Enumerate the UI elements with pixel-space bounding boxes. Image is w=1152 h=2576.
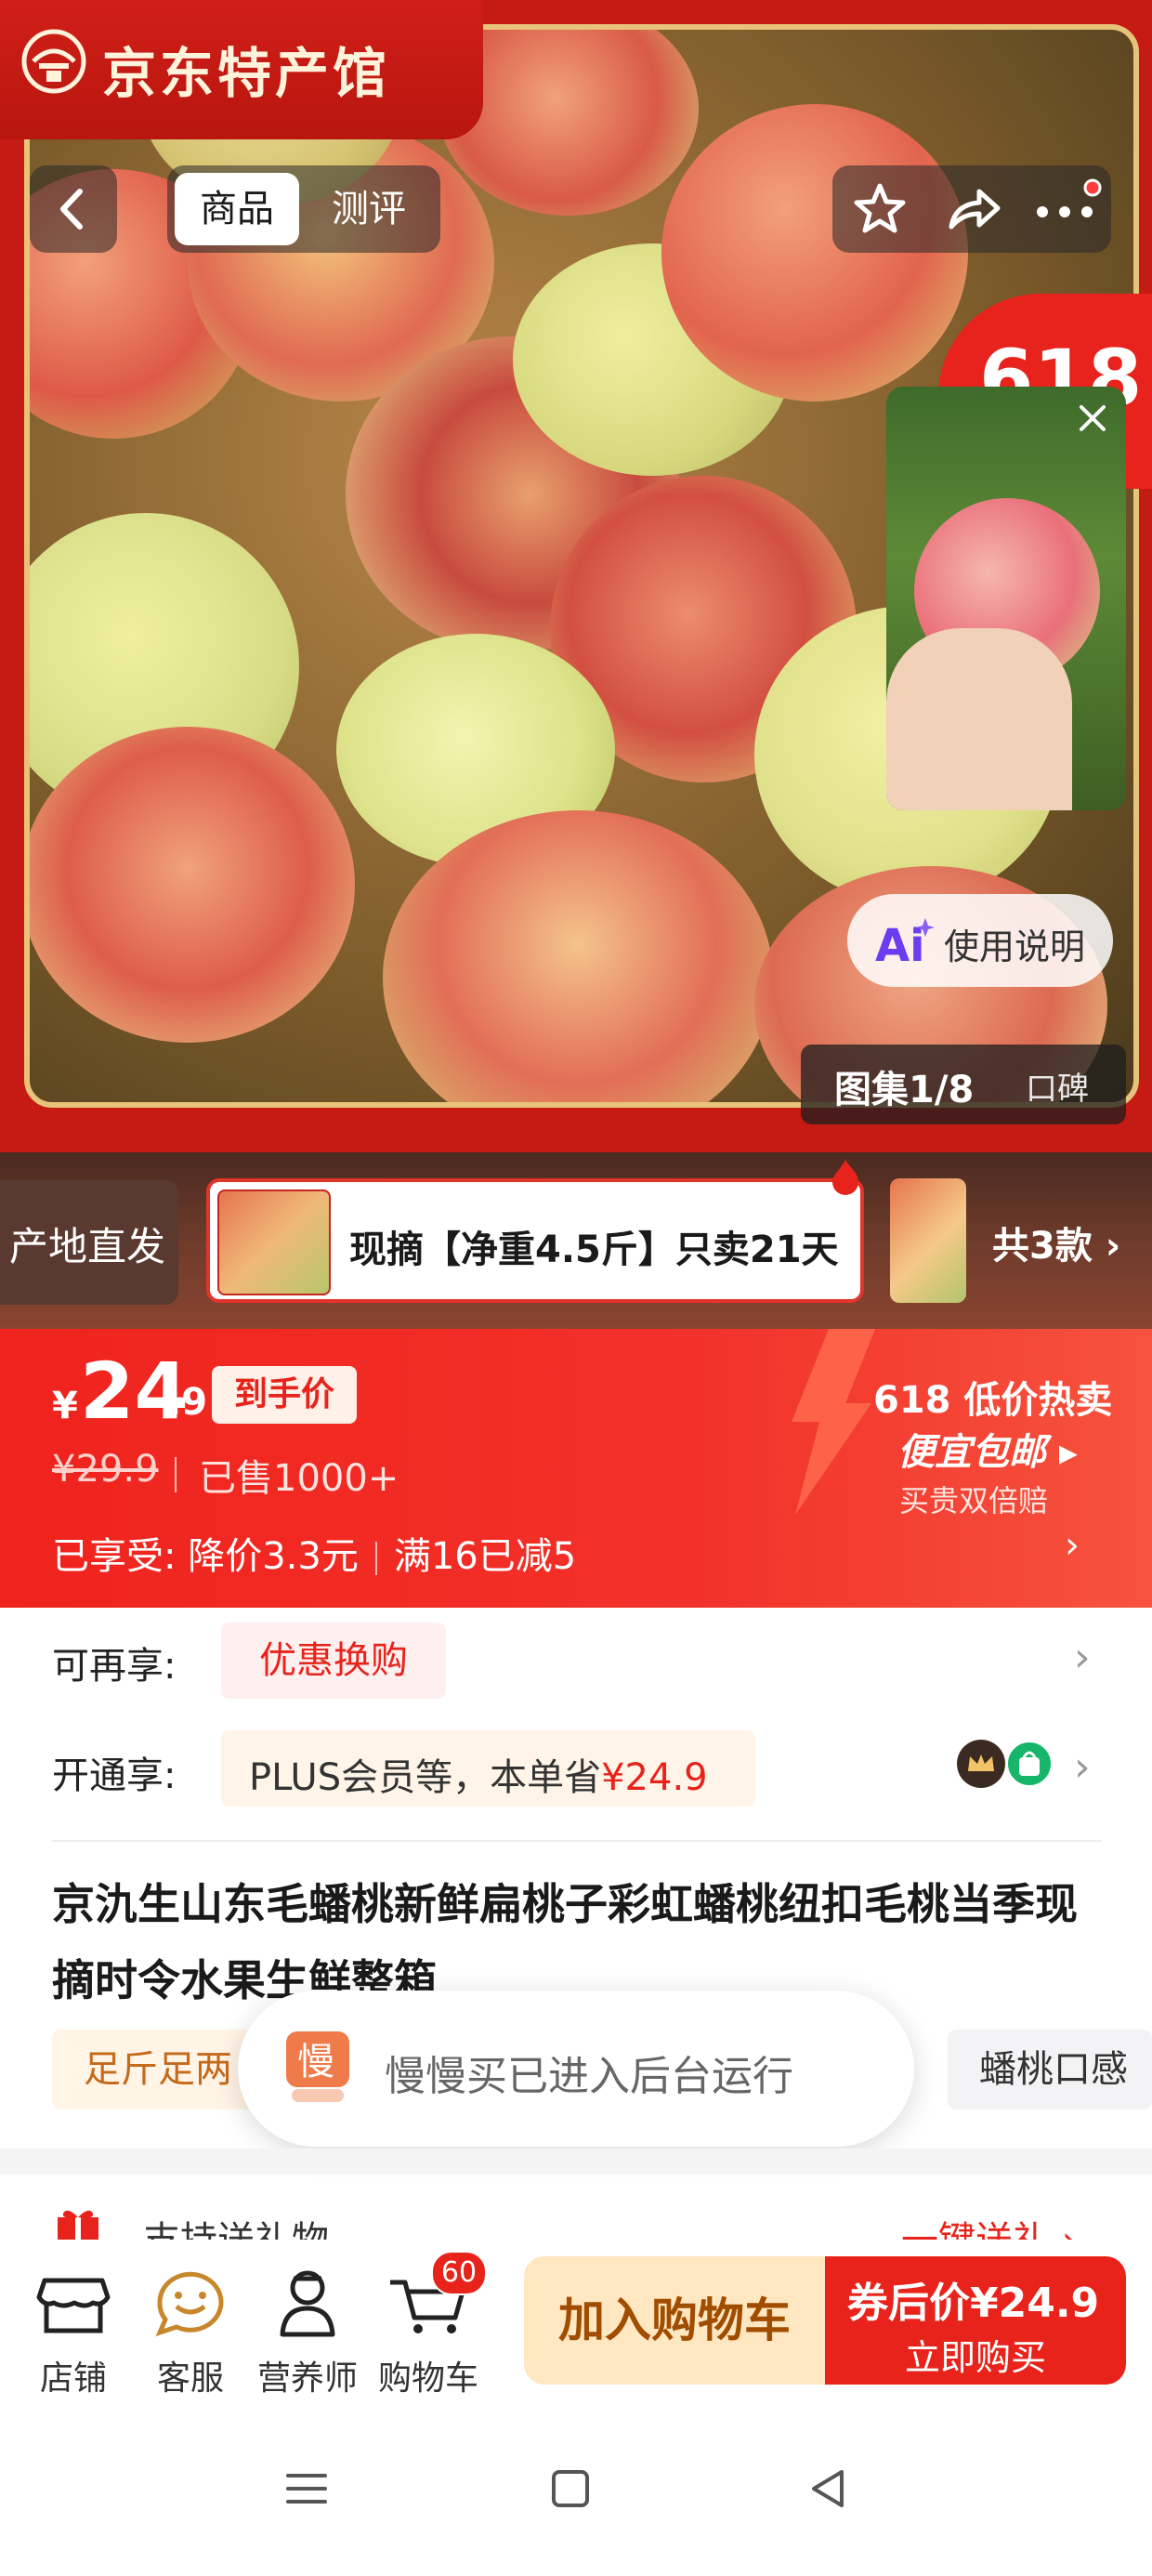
customer-service-button[interactable]: 客服 <box>139 2266 242 2398</box>
feature-chip-taste[interactable]: 蟠桃口感 <box>948 2030 1152 2109</box>
promo-618-title: 618 低价热卖 <box>873 1379 1113 1422</box>
toast-message: 慢慢买已进入后台运行 <box>385 2053 793 2100</box>
ai-instructions-button[interactable]: Ai 使用说明 <box>847 894 1113 987</box>
price-guarantee: 买贵双倍赔 <box>899 1483 1049 1518</box>
nutritionist-button[interactable]: 营养师 <box>256 2266 359 2398</box>
gallery-counter[interactable]: 图集1/8 口碑 <box>801 1045 1126 1124</box>
peach-graphic <box>30 727 355 1043</box>
customer-service-icon <box>155 2271 224 2337</box>
discount-price-cut: 降价3.3元 <box>188 1535 359 1578</box>
cart-count-badge: 60 <box>431 2251 487 2295</box>
discount-full-reduction: 满16已减5 <box>393 1535 577 1578</box>
system-navigation-bar <box>0 2401 1152 2576</box>
sku-selected-label: 现摘【净重4.5斤】只卖21天 <box>349 1229 839 1271</box>
store-label: 店铺 <box>39 2359 107 2398</box>
nutritionist-label: 营养师 <box>256 2359 358 2398</box>
cart-label: 购物车 <box>377 2359 478 2398</box>
store-button[interactable]: 店铺 <box>22 2266 124 2398</box>
hero-tab-bar: 商品 测评 <box>167 165 440 253</box>
nutritionist-icon <box>280 2270 335 2337</box>
green-bag-icon <box>1005 1740 1054 1788</box>
gallery-count-label: 图集1/8 <box>834 1069 975 1111</box>
sku-option-selected[interactable]: 现摘【净重4.5斤】只卖21天 <box>206 1178 864 1303</box>
ai-sparkle-icon: Ai <box>875 918 935 968</box>
chevron-right-icon[interactable]: › <box>1074 1743 1091 1791</box>
enjoyed-label: 已享受: <box>52 1535 177 1578</box>
sku-count-link[interactable]: 共3款 › <box>992 1216 1120 1269</box>
hand-graphic <box>886 628 1072 810</box>
peach-graphic <box>661 104 968 401</box>
section-separator <box>0 2149 1152 2175</box>
final-price-tag[interactable]: 到手价 <box>212 1366 357 1424</box>
enjoyed-discounts[interactable]: 已享受: 降价3.3元 满16已减5 <box>52 1526 576 1580</box>
feature-chip-weight[interactable]: 足斤足两 <box>52 2030 256 2109</box>
background-running-toast: 慢 慢慢买已进入后台运行 <box>238 1991 914 2147</box>
customer-service-label: 客服 <box>156 2359 224 2398</box>
plus-savings: ¥24.9 <box>601 1756 708 1799</box>
menu-icon[interactable] <box>279 2461 334 2517</box>
sku-selector: 产地直发 现摘【净重4.5斤】只卖21天 共3款 › <box>0 1152 1152 1329</box>
back-icon[interactable] <box>801 2461 857 2517</box>
close-icon[interactable] <box>1072 398 1113 439</box>
sku-option-next[interactable] <box>890 1178 966 1303</box>
more-benefits-label: 可再享: <box>52 1645 177 1688</box>
back-arrow-icon <box>60 189 83 230</box>
hero-actions <box>832 165 1111 253</box>
back-button[interactable] <box>30 165 117 253</box>
price-decimal: .9 <box>167 1381 208 1424</box>
gift-icon <box>58 2210 98 2240</box>
more-icon[interactable] <box>1028 177 1102 242</box>
chevron-right-icon[interactable]: › <box>1065 1524 1080 1567</box>
membership-label: 开通享: <box>52 1755 177 1797</box>
brand-banner: 京东特产馆 <box>0 0 483 139</box>
product-hero[interactable]: 京东特产馆 商品 测评 618 Ai 使用说明 图集1/8 口碑 <box>0 0 1152 1152</box>
price-banner: ¥ 24 .9 到手价 ¥29.9 已售1000+ 已享受: 降价3.3元 满16… <box>0 1329 1152 1608</box>
price-currency: ¥ <box>52 1385 78 1427</box>
sku-count-label: 共3款 <box>992 1225 1093 1268</box>
home-icon[interactable] <box>543 2461 598 2517</box>
brand-logo-icon <box>21 29 86 94</box>
coupon-price-label: 券后价¥24.9 <box>847 2280 1100 2327</box>
plus-text: PLUS会员等，本单省 <box>249 1756 602 1799</box>
favorite-star-icon[interactable] <box>847 177 912 242</box>
plus-crown-icon <box>957 1740 1005 1788</box>
add-to-cart-button[interactable]: 加入购物车 <box>524 2256 825 2385</box>
chevron-right-icon[interactable]: › <box>1074 1634 1091 1681</box>
lightning-icon <box>792 1329 875 1515</box>
store-icon <box>36 2278 111 2333</box>
sku-thumbnail <box>217 1189 331 1295</box>
tab-product[interactable]: 商品 <box>175 173 299 245</box>
reputation-tab[interactable]: 口碑 <box>1026 1063 1089 1109</box>
divider <box>175 1457 177 1492</box>
buy-now-button[interactable]: 券后价¥24.9 立即购买 <box>825 2256 1126 2385</box>
ai-instructions-label: 使用说明 <box>944 927 1086 967</box>
chevron-right-icon: › <box>1105 1225 1121 1268</box>
free-shipping-link[interactable]: 便宜包邮 ▸ <box>897 1422 1078 1476</box>
floating-video-preview[interactable] <box>886 387 1126 810</box>
plus-membership-chip[interactable]: PLUS会员等，本单省¥24.9 <box>221 1730 755 1807</box>
share-icon[interactable] <box>940 177 1005 242</box>
brand-name: 京东特产馆 <box>102 42 391 105</box>
sku-option-previous[interactable]: 产地直发 <box>0 1180 178 1305</box>
manmanmai-app-icon: 慢 <box>284 2030 351 2104</box>
svg-text:慢: 慢 <box>297 2041 334 2083</box>
sku-option-label: 产地直发 <box>9 1224 166 1269</box>
original-price: ¥29.9 <box>52 1448 159 1491</box>
divider <box>374 1542 377 1575</box>
sold-count: 已售1000+ <box>199 1457 399 1500</box>
hot-flame-icon <box>832 1160 858 1195</box>
tab-review[interactable]: 测评 <box>308 173 429 245</box>
exchange-offer-chip[interactable]: 优惠换购 <box>221 1623 446 1699</box>
divider <box>52 1840 1102 1842</box>
buy-now-label: 立即购买 <box>904 2337 1046 2378</box>
